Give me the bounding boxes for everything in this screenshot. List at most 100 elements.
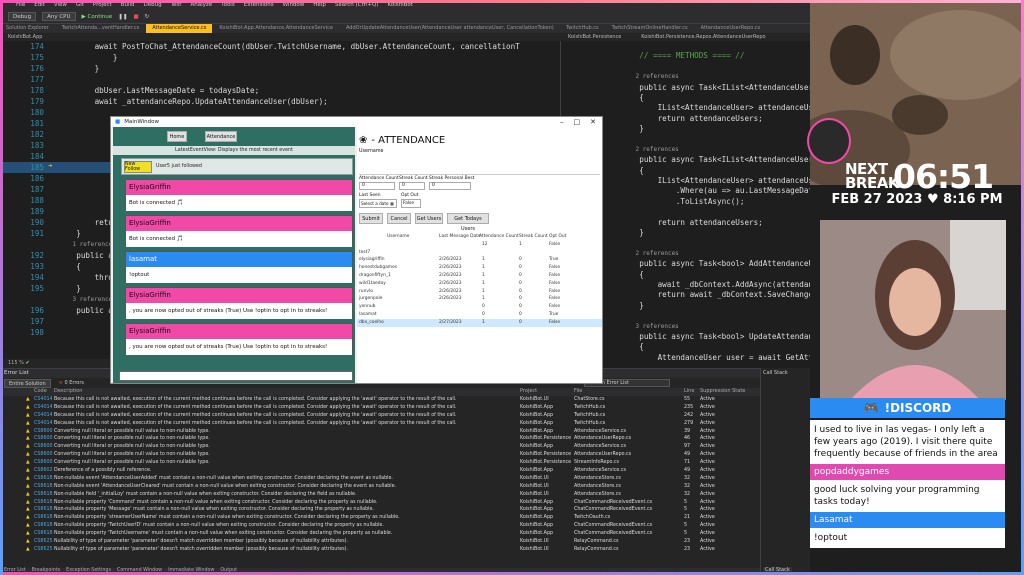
errors-filter[interactable]: ⨯ 0 Errors <box>59 380 84 386</box>
error-row[interactable]: ▲ CS8600 Converting null literal or possib… <box>0 428 760 436</box>
minimize-icon[interactable]: – <box>560 118 564 126</box>
calendar-icon[interactable]: ▦ <box>390 201 394 206</box>
optout-input[interactable]: False <box>401 199 421 208</box>
close-icon[interactable]: ✕ <box>590 118 596 126</box>
stop-icon[interactable]: ■ <box>133 14 138 20</box>
error-cell: Active <box>700 491 715 497</box>
error-row[interactable]: ▲ CS4014 Because this call is not awaited,… <box>0 420 760 428</box>
error-row[interactable]: ▲ CS8600 Converting null literal or possib… <box>0 451 760 459</box>
code-text: // ==== METHODS ==== // <box>621 51 745 61</box>
zoom-level[interactable]: 115 % <box>8 360 24 366</box>
attendance-column-header[interactable]: Last Message Date <box>439 233 481 241</box>
get-todays-users-button[interactable]: Get Todays Users <box>447 213 489 232</box>
pause-icon[interactable]: ❚❚ <box>118 14 127 20</box>
attendance-column-header[interactable]: Opt Out <box>549 233 566 241</box>
chat-message: !optout <box>810 528 1005 548</box>
error-row[interactable]: ▲ CS8602 Dereference of a possibly null re… <box>0 467 760 475</box>
editor-tab[interactable]: AttendanceService.cs <box>146 24 213 33</box>
line-number: 192 <box>30 251 44 260</box>
restart-icon[interactable]: ↻ <box>145 14 150 20</box>
error-row[interactable]: ▲ CS4014 Because this call is not awaited,… <box>0 404 760 412</box>
attendance-row[interactable]: test7 <box>357 249 602 257</box>
attendance-row[interactable]: runvlo 2/26/2023 1 0 False <box>357 288 602 296</box>
attendance-row[interactable]: honestdubgames 2/26/2023 1 0 False <box>357 264 602 272</box>
error-row[interactable]: ▲ CS8618 Non-nullable property 'streamerUs… <box>0 514 760 522</box>
attendance-column-header[interactable]: Attendance Count <box>479 233 519 241</box>
error-cell: 5 <box>684 523 688 529</box>
error-row[interactable]: ▲ CS8625 Nullability of type of parameter … <box>0 538 760 546</box>
attendance-row[interactable]: yonnub 0 0 False <box>357 303 602 311</box>
error-row[interactable]: ▲ CS4014 Because this call is not awaited,… <box>0 396 760 404</box>
error-column-header[interactable]: Description <box>54 388 82 394</box>
attendance-row[interactable]: dbx_coelho 2/27/2023 1 0 False <box>357 318 602 327</box>
editor-tab[interactable]: AddOrUpdateAttendanceUser(AttendanceUser… <box>340 24 560 33</box>
attendance-row[interactable]: 12 1 False <box>357 241 602 249</box>
error-cell: CS8600 <box>34 428 53 434</box>
attendance-row[interactable]: elysiagriffin 2/26/2023 1 0 True <box>357 256 602 264</box>
config-select[interactable]: Debug <box>8 12 37 21</box>
editor-tab[interactable]: KoishiBot.App.Attendance.AttendanceServi… <box>213 24 339 33</box>
count-input[interactable]: 0 <box>359 182 395 190</box>
editor-tab[interactable]: Solution Explorer <box>0 24 55 33</box>
error-column-header[interactable]: File <box>574 388 582 394</box>
line-number: 194 <box>30 273 44 282</box>
attendance-button[interactable]: Attendance <box>205 131 237 142</box>
attendance-row[interactable]: dragonfiftyn_1 2/26/2023 1 0 False <box>357 272 602 280</box>
submit-button[interactable]: Submit <box>359 213 383 224</box>
best-input[interactable]: 0 <box>429 182 471 190</box>
error-row[interactable]: ▲ CS8618 Non-nullable event 'AttendanceUse… <box>0 483 760 491</box>
error-column-header[interactable]: Project <box>520 388 537 394</box>
error-row[interactable]: ▲ CS8618 Non-nullable property 'Command' m… <box>0 499 760 507</box>
get-users-button[interactable]: Get Users <box>415 213 443 224</box>
line-number: 190 <box>30 218 44 227</box>
chat-input[interactable] <box>119 371 353 381</box>
error-row[interactable]: ▲ CS8618 Non-nullable field '_initialLoy' … <box>0 491 760 499</box>
error-cell: CS4014 <box>34 397 53 402</box>
error-cell: Converting null literal or possible null… <box>54 428 210 434</box>
line-number: 182 <box>30 130 44 139</box>
discord-icon: 🎮 <box>863 401 879 415</box>
error-row[interactable]: ▲ CS8600 Converting null literal or possib… <box>0 435 760 443</box>
maximize-icon[interactable]: □ <box>574 118 581 126</box>
cancel-button[interactable]: Cancel <box>387 213 411 224</box>
attendance-row[interactable]: lasamat 0 0 True <box>357 311 602 319</box>
home-button[interactable]: Home <box>167 131 187 142</box>
editor-tab[interactable]: TwitchStreamOnlineHandler.cs <box>606 24 694 33</box>
code-text: return attendanceUsers; <box>621 217 763 227</box>
chat-card-username: ElysiaGriffin <box>126 216 352 231</box>
new-follow-event: New Follow User5 just followed <box>121 158 353 175</box>
attendance-column-header[interactable]: Username <box>387 233 409 241</box>
platform-select[interactable]: Any CPU <box>42 12 76 21</box>
error-column-header[interactable]: Line <box>684 388 694 394</box>
error-row[interactable]: ▲ CS4014 Because this call is not awaited,… <box>0 412 760 420</box>
error-row[interactable]: ▲ CS8618 Non-nullable property 'Message' m… <box>0 506 760 514</box>
username-field[interactable] <box>359 155 600 175</box>
error-row[interactable]: ▲ CS8618 Non-nullable property 'TwitchUser… <box>0 522 760 530</box>
warning-icon: ▲ <box>26 397 30 402</box>
right-path-class: KoishiBot.Persistence.Repos.AttendanceUs… <box>641 34 766 40</box>
error-column-header[interactable]: Suppression State <box>700 388 745 394</box>
error-row[interactable]: ▲ CS8625 Nullability of type of parameter … <box>0 546 760 554</box>
error-row[interactable]: ▲ CS8618 Non-nullable event 'AttendanceUse… <box>0 475 760 483</box>
date-picker[interactable]: Select a date ▦ <box>359 199 397 208</box>
error-row[interactable]: ▲ CS8618 Non-nullable property 'TwitchUser… <box>0 530 760 538</box>
editor-tab[interactable]: TwitchHub.cs <box>560 24 605 33</box>
editor-tab[interactable]: AttendanceUserRepo.cs <box>695 24 767 33</box>
username-label: Username <box>359 149 384 154</box>
error-scope-select[interactable]: Entire Solution <box>4 378 51 388</box>
streak-input[interactable]: 0 <box>399 182 425 190</box>
error-row[interactable]: ▲ CS8600 Converting null literal or possib… <box>0 443 760 451</box>
error-cell: CS8618 <box>34 491 53 497</box>
continue-button[interactable]: ▶ Continue <box>82 14 113 20</box>
attendance-row[interactable]: jurgenpole 2/26/2023 1 0 False <box>357 295 602 303</box>
attendance-column-header[interactable]: Streak Count <box>519 233 548 241</box>
error-column-header[interactable]: Code <box>34 388 47 394</box>
editor-tab[interactable]: TwitchAttenda...ventHandler.cs <box>56 24 145 33</box>
error-row[interactable]: ▲ CS8600 Converting null literal or possib… <box>0 459 760 467</box>
error-cell: AttendanceStore.cs <box>574 475 621 481</box>
error-cell: CS8625 <box>34 546 53 552</box>
error-cell: 55 <box>684 397 691 402</box>
discord-banner[interactable]: 🎮 !DISCORD <box>810 398 1005 418</box>
attendance-row[interactable]: wild1taeday 2/26/2023 1 0 False <box>357 280 602 288</box>
warning-icon: ▲ <box>26 475 30 481</box>
